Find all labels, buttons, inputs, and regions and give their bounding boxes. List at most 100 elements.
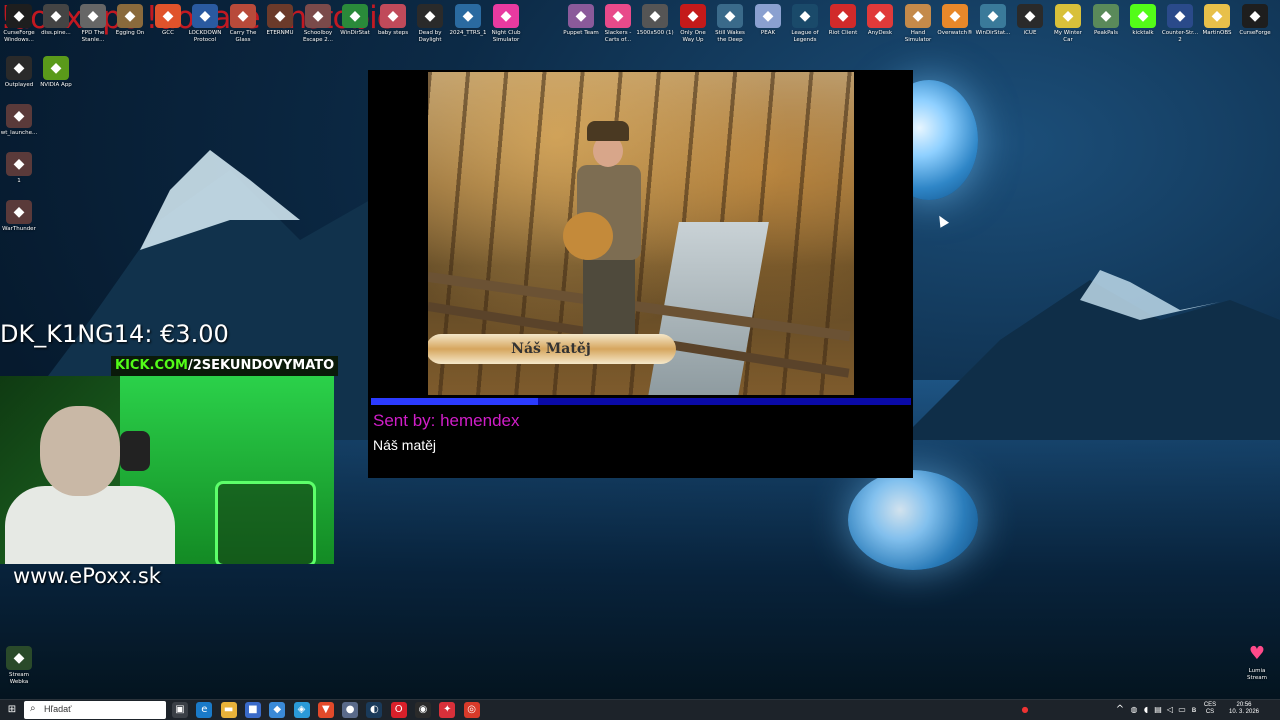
desktop-icon[interactable]: ◆ Slackers - Carts of...: [599, 4, 637, 43]
desktop-icon[interactable]: ◆ AnyDesk: [861, 4, 899, 37]
app-icon: ◆: [43, 4, 69, 28]
desktop-icon[interactable]: ◆ Overwatch®: [936, 4, 974, 37]
desktop-icon[interactable]: ◆ Counter-Str... 2: [1161, 4, 1199, 43]
desktop-icon-label: My Winter Car: [1054, 30, 1082, 43]
desktop-icon[interactable]: ◆ Hand Simulator: [899, 4, 937, 43]
nvidia-icon: ◆: [43, 56, 69, 80]
curseforge-icon: ◆: [6, 4, 32, 28]
desktop-icon[interactable]: ◆ PEAK: [749, 4, 787, 37]
desktop-icon-label: Schoolboy Escape 2...: [302, 30, 334, 43]
desktop-icon-label: WarThunder: [2, 226, 36, 232]
desktop-icon[interactable]: ◆ Puppet Team: [562, 4, 600, 37]
desktop-icon[interactable]: ◆ GCC: [149, 4, 187, 37]
warthunder-launcher-icon: ◆: [6, 104, 32, 128]
desktop-icon[interactable]: ◆ NVIDIA App: [37, 56, 75, 89]
lumia-icon: ♥: [1248, 643, 1266, 664]
stillwakes-icon: ◆: [717, 4, 743, 28]
media-alert: Náš Matěj Sent by: hemendex Náš matěj: [368, 70, 913, 478]
brave-icon[interactable]: ▼: [317, 702, 334, 718]
taskbar-search[interactable]: ⌕ Hľadať: [24, 701, 166, 719]
eternmu-icon: ◆: [267, 4, 293, 28]
opera-icon[interactable]: O: [390, 702, 407, 718]
language-code: CES: [1203, 702, 1217, 708]
desktop-icon-label: Carry The Glass: [229, 30, 257, 43]
notification-badge-icon[interactable]: ●: [1018, 702, 1032, 718]
desktop-icon[interactable]: ◆ kicktalk: [1124, 4, 1162, 37]
desktop-icon[interactable]: ◆ Egging On: [111, 4, 149, 37]
desktop-icon[interactable]: ◆ Still Wakes the Deep: [711, 4, 749, 43]
language-indicator[interactable]: CES CS: [1200, 702, 1220, 716]
desktop-icon[interactable]: ◆ ETERNMU: [261, 4, 299, 37]
desktop-icon[interactable]: ◆ WinDirStat...: [974, 4, 1012, 37]
bluetooth-icon[interactable]: ʙ: [1188, 702, 1200, 718]
desktop-icon-label: baby steps: [377, 30, 409, 36]
kick-prefix: KICK.COM: [115, 358, 188, 373]
desktop-icon-label: Puppet Team: [563, 30, 599, 36]
desktop-icon-label: FPD The Stanle...: [81, 30, 105, 43]
desktop-icon[interactable]: ◆ Outplayed: [0, 56, 38, 89]
file-explorer-icon[interactable]: ▬: [220, 702, 237, 718]
desktop-icon[interactable]: ◆ WinDirStat: [336, 4, 374, 37]
clock[interactable]: 20:56 10. 3. 2026: [1222, 702, 1266, 716]
desktop-icon[interactable]: ◆ iCUE: [1011, 4, 1049, 37]
obs-icon[interactable]: ◉: [415, 702, 431, 718]
alert-message: Náš matěj: [373, 437, 437, 453]
glass-icon: ◆: [230, 4, 256, 28]
alert-progress-bar: [371, 398, 911, 405]
desktop-icon[interactable]: ◆ MartinOBS: [1198, 4, 1236, 37]
desktop-icon[interactable]: ◆ diss.pine...: [37, 4, 75, 37]
desktop-icon[interactable]: ◆ wt_launche...: [0, 104, 38, 137]
network-icon[interactable]: ▤: [1152, 702, 1164, 718]
warthunder-icon: ◆: [6, 200, 32, 224]
desktop-icon[interactable]: ◆ Riot Client: [824, 4, 862, 37]
webcam-person-body: [5, 486, 175, 564]
pc-case-icon: [215, 481, 316, 564]
language-sub: CS: [1205, 709, 1215, 715]
pin-icon[interactable]: ✦: [439, 702, 456, 718]
steam-icon[interactable]: ◐: [366, 702, 383, 718]
desktop-icon[interactable]: ◆ PeakPals: [1087, 4, 1125, 37]
desktop-icon[interactable]: ◆ 1500x500 (1): [636, 4, 674, 37]
guitar-icon: [563, 212, 613, 260]
desktop-icon[interactable]: ◆ CurseForge Windows...: [0, 4, 38, 43]
desktop-icon[interactable]: ◆ 2024_TTRS_1: [449, 4, 487, 37]
desktop-icon-label: Hand Simulator: [904, 30, 932, 43]
app-teal-icon[interactable]: ◈: [293, 702, 310, 718]
desktop-icon-lumia[interactable]: ♥ Lumia Stream: [1238, 642, 1276, 681]
desktop-icon-label: Slackers - Carts of...: [604, 30, 632, 43]
desktop-icon-label: PeakPals: [1094, 30, 1118, 36]
anydesk-icon: ◆: [867, 4, 893, 28]
desktop-icon[interactable]: ◆ baby steps: [374, 4, 412, 37]
desktop-icon[interactable]: ◆ League of Legends: [786, 4, 824, 43]
volume-icon[interactable]: ◁: [1164, 702, 1176, 718]
hat-icon: [587, 121, 629, 141]
desktop-icon[interactable]: ◆ Night Club Simulator: [487, 4, 525, 43]
desktop-icon[interactable]: ◆ CurseForge: [1236, 4, 1274, 37]
battery-icon[interactable]: ▭: [1176, 702, 1188, 718]
app-gray-icon[interactable]: ●: [342, 702, 359, 718]
desktop-icon[interactable]: ◆ Dead by Daylight: [411, 4, 449, 43]
egg-icon: ◆: [117, 4, 143, 28]
tray-chevron-icon[interactable]: ^: [1114, 702, 1126, 718]
desktop-icon[interactable]: ◆ Schoolboy Escape 2...: [299, 4, 337, 43]
desktop-icon[interactable]: ◆ Only One Way Up: [674, 4, 712, 43]
desktop-icon[interactable]: ◆ LOCKDOWN Protocol: [186, 4, 224, 43]
chrome-icon[interactable]: ◎: [463, 702, 480, 718]
desktop-icon[interactable]: ◆ 1: [0, 152, 38, 185]
start-button[interactable]: ⊞: [4, 702, 20, 718]
desktop-icon[interactable]: ◆ My Winter Car: [1049, 4, 1087, 43]
desktop-icon[interactable]: ◆ Carry The Glass: [224, 4, 262, 43]
desktop-icon[interactable]: ◆ Stream Webka: [0, 646, 38, 685]
task-view-icon[interactable]: ▣: [172, 702, 188, 718]
app-blue-icon[interactable]: ◆: [269, 702, 286, 718]
desktop-icon-label: 1500x500 (1): [636, 30, 674, 36]
desktop-icon[interactable]: ◆ WarThunder: [0, 200, 38, 233]
desktop-icon[interactable]: ◆ FPD The Stanle...: [74, 4, 112, 43]
desktop-icon-label: iCUE: [1023, 30, 1037, 36]
riot-icon: ◆: [830, 4, 856, 28]
tray-app-icon[interactable]: ◍: [1128, 702, 1140, 718]
microphone-icon[interactable]: ◖: [1140, 702, 1152, 718]
edge-icon[interactable]: e: [196, 702, 213, 718]
store-icon[interactable]: ■: [244, 702, 261, 718]
alert-video[interactable]: Náš Matěj: [428, 72, 854, 395]
